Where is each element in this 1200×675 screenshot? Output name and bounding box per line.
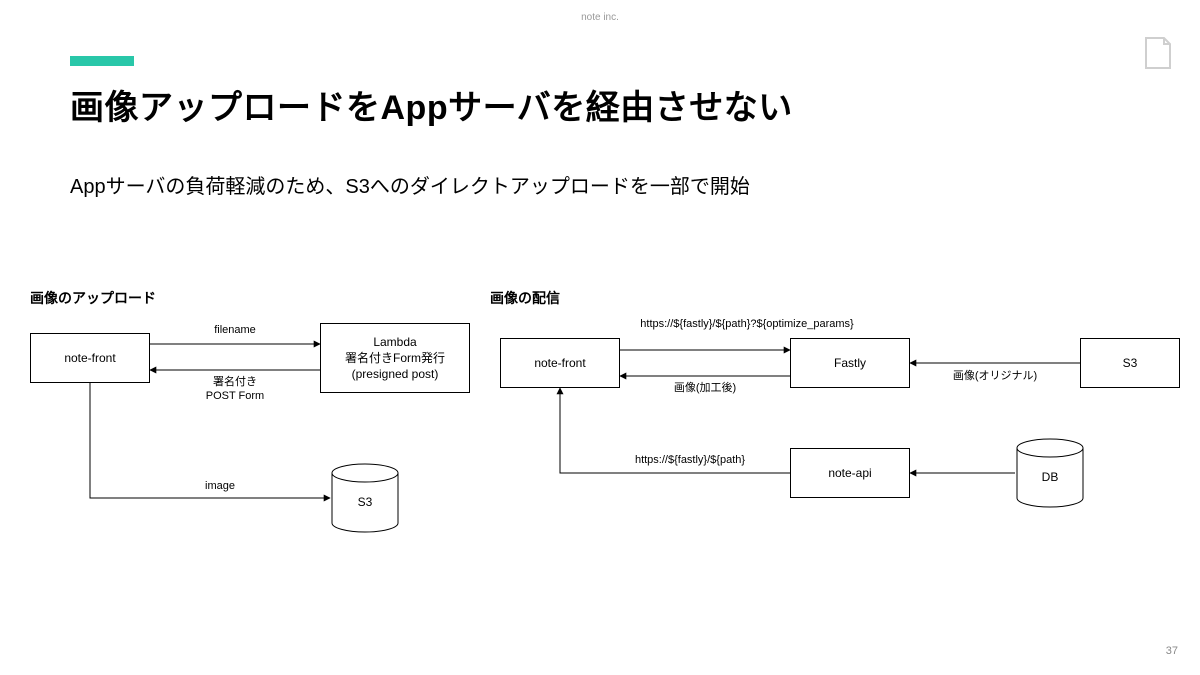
page-number: 37 bbox=[1166, 645, 1178, 657]
slide-title: 画像アップロードをAppサーバを経由させない bbox=[70, 80, 793, 129]
accent-bar bbox=[70, 56, 134, 66]
diagram-delivery: 画像の配信 note-front Fastly S3 note-api DB bbox=[490, 288, 1190, 588]
edge-req-opt: https://${fastly}/${path}?${optimize_par… bbox=[602, 318, 892, 332]
edge-img-processed: 画像(加工後) bbox=[655, 382, 755, 396]
delivery-wires bbox=[490, 288, 1190, 588]
edge-filename: filename bbox=[190, 324, 280, 338]
edge-img-original: 画像(オリジナル) bbox=[930, 370, 1060, 384]
edge-req-path: https://${fastly}/${path} bbox=[600, 454, 780, 468]
slide-subtitle: Appサーバの負荷軽減のため、S3へのダイレクトアップロードを一部で開始 bbox=[70, 170, 750, 199]
company-label: note inc. bbox=[0, 12, 1200, 23]
note-page-icon bbox=[1144, 36, 1172, 70]
diagram-upload: 画像のアップロード note-front Lambda 署名付きForm発行 (… bbox=[30, 288, 470, 588]
edge-signed-form: 署名付き POST Form bbox=[180, 376, 290, 404]
edge-image: image bbox=[180, 480, 260, 494]
